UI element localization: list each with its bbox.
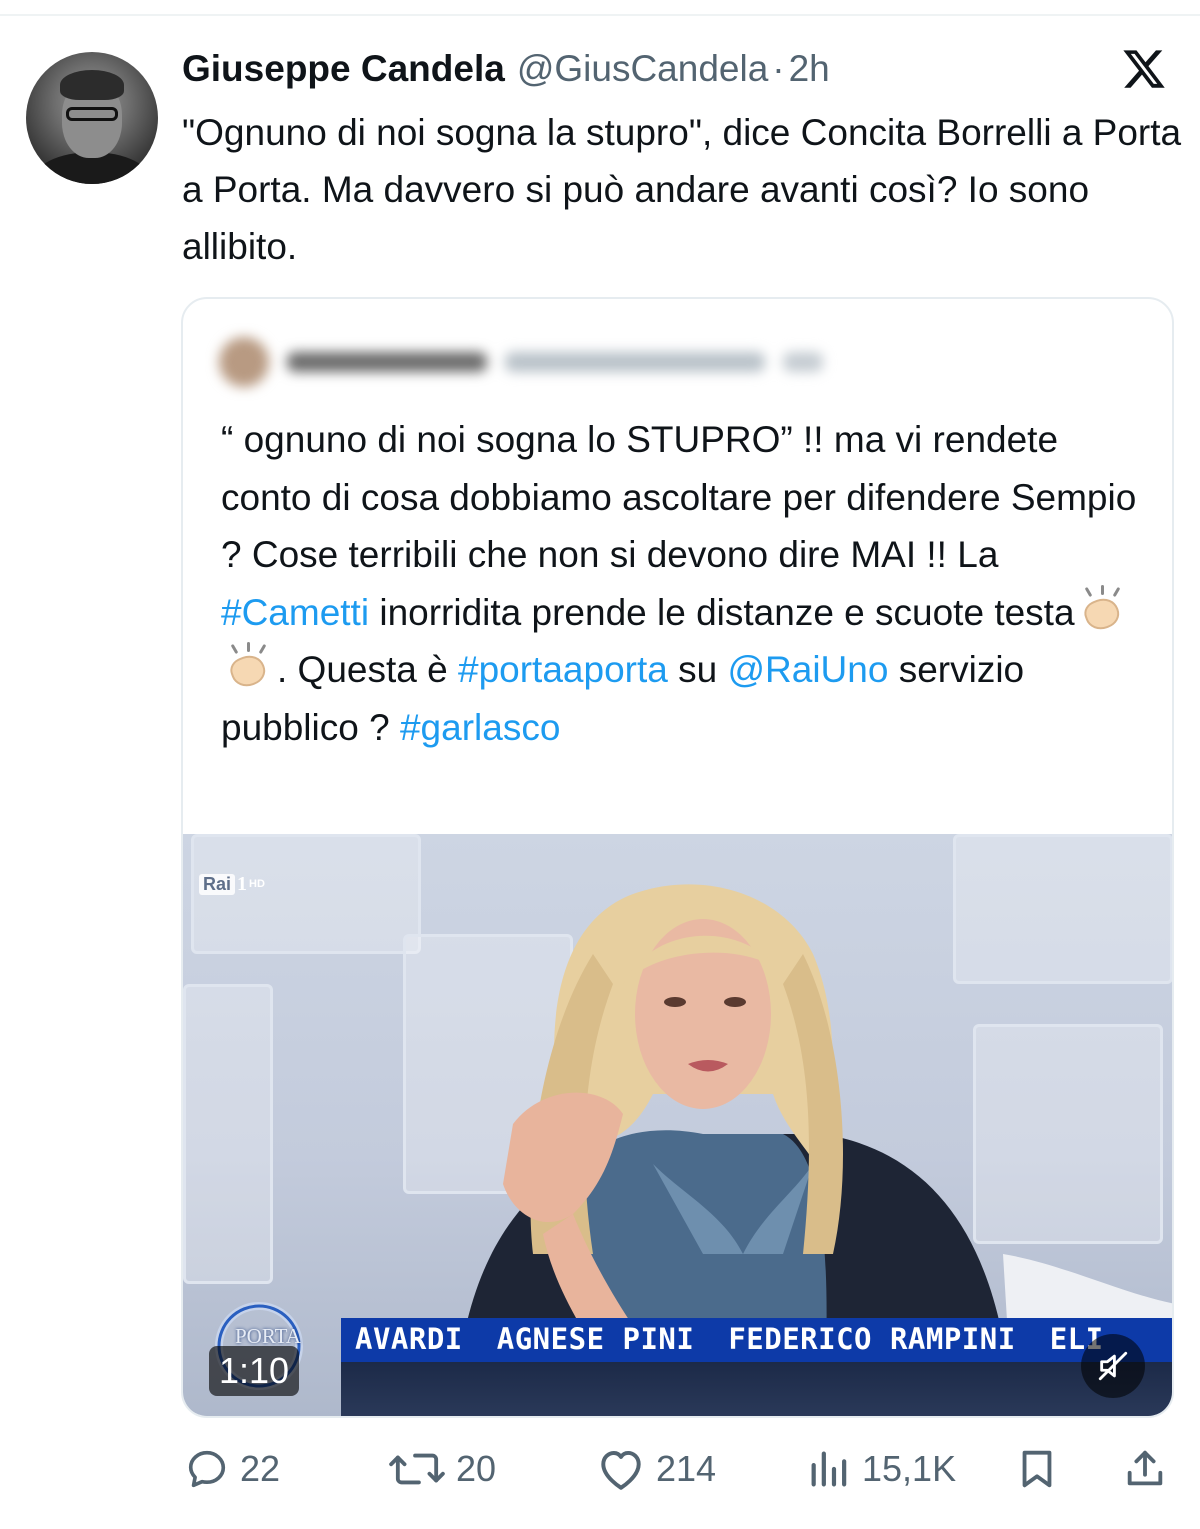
ticker-name-1: AVARDI <box>355 1322 463 1356</box>
hashtag-garlasco[interactable]: #garlasco <box>400 707 560 748</box>
like-count: 214 <box>656 1448 717 1489</box>
reply-button[interactable]: 22 <box>184 1440 280 1498</box>
tweet-actions-bar: 22 20 214 15,1K <box>0 1440 1200 1498</box>
guest-ticker: AVARDI AGNESE PINI FEDERICO RAMPINI ELI <box>341 1318 1172 1362</box>
share-icon <box>1127 1450 1163 1486</box>
hashtag-portaaporta[interactable]: #portaaporta <box>458 649 668 690</box>
repost-count: 20 <box>456 1448 497 1489</box>
ticker-name-2: AGNESE PINI <box>496 1322 695 1356</box>
reply-icon <box>188 1450 226 1488</box>
blurred-quoted-author <box>219 337 823 387</box>
hashtag-cametti[interactable]: #Cametti <box>221 592 369 633</box>
author-name[interactable]: Giuseppe Candela <box>182 48 505 90</box>
bookmark-icon <box>1022 1450 1052 1488</box>
heart-icon <box>601 1450 641 1490</box>
clapping-hands-icon <box>1075 584 1131 634</box>
like-button[interactable]: 214 <box>596 1440 716 1498</box>
video-player[interactable]: Rai 1 HD AVARDI AGNESE PINI FEDERICO RAMPI… <box>183 834 1172 1416</box>
bookmark-button[interactable] <box>1014 1440 1060 1498</box>
mute-button[interactable] <box>1081 1334 1145 1398</box>
views-button[interactable]: 15,1K <box>806 1440 956 1498</box>
quoted-tweet-text: “ ognuno di noi sogna lo STUPRO” !! ma v… <box>221 419 1137 748</box>
separator-dot: · <box>772 48 785 89</box>
share-button[interactable] <box>1122 1440 1168 1498</box>
author-handle[interactable]: @GiusCandela <box>517 48 768 90</box>
tweet-header: Giuseppe Candela @GiusCandela · 2h <box>182 48 830 94</box>
x-logo-icon <box>1123 50 1165 88</box>
repost-button[interactable]: 20 <box>388 1440 496 1498</box>
tweet-text: "Ognuno di noi sogna la stupro", dice Co… <box>182 112 1182 267</box>
mention-raiuno[interactable]: @RaiUno <box>727 649 888 690</box>
ticker-name-3: FEDERICO RAMPINI <box>728 1322 1016 1356</box>
reply-count: 22 <box>240 1448 281 1489</box>
repost-icon <box>389 1453 445 1485</box>
views-count: 15,1K <box>862 1448 957 1489</box>
quoted-tweet[interactable]: “ ognuno di noi sogna lo STUPRO” !! ma v… <box>181 297 1174 1418</box>
clapping-hands-icon <box>221 642 277 691</box>
views-bar-chart-icon <box>811 1451 847 1487</box>
top-divider <box>0 14 1200 16</box>
tweet-time[interactable]: 2h <box>789 48 830 90</box>
muted-speaker-icon <box>1098 1351 1128 1381</box>
avatar[interactable] <box>26 52 158 184</box>
video-duration: 1:10 <box>209 1346 300 1396</box>
ticker-lower-band <box>341 1362 1172 1416</box>
